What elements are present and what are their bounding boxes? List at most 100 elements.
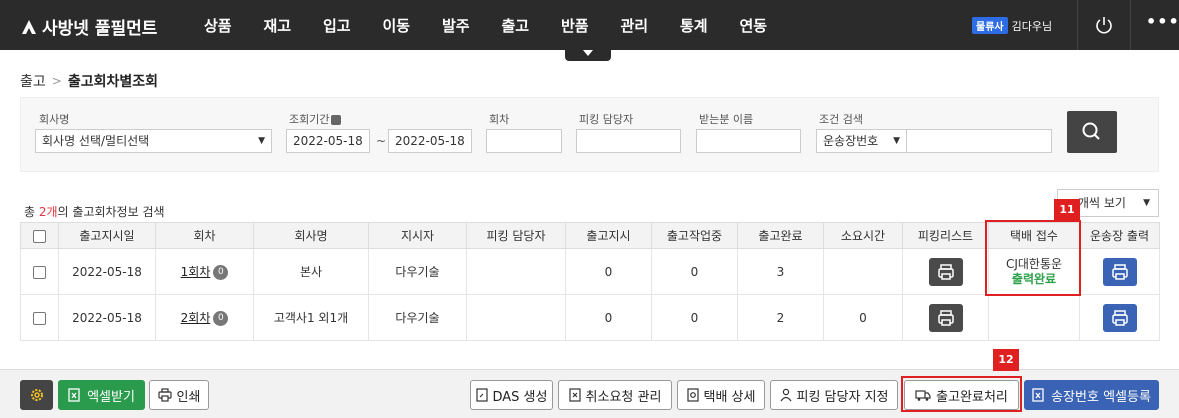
printer-icon — [937, 309, 954, 326]
col-header[interactable]: 운송장 출력 — [1079, 222, 1160, 249]
condition-label: 조건 검색 — [819, 113, 863, 126]
table-row[interactable]: 2022-05-18 2회차 0 고객사1 외1개 다우기술 0 0 2 0 — [20, 294, 1160, 341]
col-header[interactable]: 회사명 — [253, 222, 369, 249]
menu-toggle-tab[interactable] — [565, 49, 611, 61]
search-panel: 회사명 회사명 선택/멀티선택 ▼ 조회기간 2022-05-18 ~ 2022… — [20, 97, 1159, 172]
marker-12: 12 — [993, 349, 1019, 371]
nav-divider — [1130, 0, 1131, 50]
condition-select[interactable]: 운송장번호 ▼ — [816, 129, 907, 153]
cancel-request-button[interactable]: 취소요청 관리 — [558, 380, 672, 410]
cell-duration — [823, 248, 903, 295]
col-header[interactable]: 출고완료 — [737, 222, 824, 249]
col-header[interactable]: 출고지시 — [565, 222, 652, 249]
cell-ordered: 0 — [565, 294, 652, 341]
col-header[interactable]: 피킹리스트 — [902, 222, 989, 249]
courier-detail-button[interactable]: 택배 상세 — [677, 380, 765, 410]
logo-icon — [22, 19, 36, 34]
cell-company: 고객사1 외1개 — [253, 294, 369, 341]
menu-item-integration[interactable]: 연동 — [724, 0, 784, 50]
picker-label: 피킹 담당자 — [579, 113, 634, 126]
menu-item-product[interactable]: 상품 — [188, 0, 248, 50]
col-header[interactable]: 출고지시일 — [58, 222, 156, 249]
document-search-icon — [686, 388, 699, 402]
menu-item-stock[interactable]: 재고 — [248, 0, 308, 50]
menu-item-stats[interactable]: 통계 — [664, 0, 724, 50]
col-header[interactable]: 출고작업중 — [651, 222, 738, 249]
invoice-print-button[interactable] — [1102, 303, 1137, 332]
search-button[interactable] — [1067, 111, 1117, 153]
complete-highlight-box — [901, 376, 1022, 412]
select-all-checkbox[interactable] — [33, 229, 46, 243]
select-all-cell — [20, 222, 59, 249]
row-checkbox[interactable] — [33, 265, 46, 279]
cell-picking-list — [902, 294, 989, 341]
printer-icon — [1111, 263, 1128, 280]
user-name: 김다우님 — [1011, 19, 1053, 33]
menu-item-move[interactable]: 이동 — [367, 0, 427, 50]
col-header[interactable]: 소요시간 — [823, 222, 903, 249]
das-create-button[interactable]: DAS 생성 — [470, 380, 553, 410]
menu-item-manage[interactable]: 관리 — [605, 0, 665, 50]
user-icon — [780, 388, 791, 402]
result-count: 2개 — [38, 205, 58, 219]
cell-working: 0 — [651, 248, 738, 295]
menu-item-return[interactable]: 반품 — [545, 0, 605, 50]
print-button[interactable]: 인쇄 — [149, 380, 209, 410]
assign-picker-button[interactable]: 피킹 담당자 지정 — [770, 380, 898, 410]
round-link[interactable]: 1회차 — [181, 265, 211, 279]
chevron-right-icon: > — [51, 74, 62, 88]
cell-instructor: 다우기술 — [368, 294, 467, 341]
printer-icon — [1111, 309, 1128, 326]
invoice-excel-upload-button[interactable]: 송장번호 엑셀등록 — [1024, 380, 1159, 410]
logo[interactable]: 사방넷 풀필먼트 — [20, 14, 157, 39]
nav-divider — [1077, 0, 1078, 50]
settings-button[interactable] — [20, 380, 53, 410]
date-from-field[interactable]: 2022-05-18 — [286, 129, 370, 153]
round-label: 회차 — [489, 113, 510, 126]
power-icon[interactable] — [1094, 15, 1114, 35]
breadcrumb-parent[interactable]: 출고 — [20, 71, 46, 91]
breadcrumb: 출고 > 출고회차별조회 — [20, 71, 158, 91]
document-icon — [475, 388, 488, 402]
cell-working: 0 — [651, 294, 738, 341]
round-link[interactable]: 2회차 — [181, 311, 211, 325]
printer-icon — [937, 263, 954, 280]
chevron-down-icon — [583, 50, 593, 56]
menu-item-outbound[interactable]: 출고 — [486, 0, 546, 50]
cell-done: 3 — [737, 248, 824, 295]
row-select-cell — [20, 248, 59, 295]
excel-download-button[interactable]: 엑셀받기 — [58, 380, 145, 410]
user-info[interactable]: 물류사 김다우님 — [972, 17, 1052, 34]
condition-input[interactable] — [906, 129, 1052, 153]
period-label: 조회기간 — [289, 111, 342, 127]
round-count-badge: 0 — [213, 311, 229, 326]
cell-courier — [988, 294, 1080, 341]
cell-instructor: 다우기술 — [368, 248, 467, 295]
recipient-input[interactable] — [696, 129, 801, 153]
invoice-print-button[interactable] — [1102, 257, 1137, 286]
round-count-badge: 0 — [213, 265, 229, 280]
company-select[interactable]: 회사명 선택/멀티선택 ▼ — [35, 129, 272, 153]
cell-round: 2회차 0 — [155, 294, 254, 341]
menu-item-inbound[interactable]: 입고 — [307, 0, 367, 50]
cell-ordered: 0 — [565, 248, 652, 295]
menu-item-order[interactable]: 발주 — [426, 0, 486, 50]
result-summary: 총 2개의 출고회차정보 검색 — [24, 205, 165, 219]
col-header[interactable]: 회차 — [155, 222, 254, 249]
calendar-icon[interactable] — [331, 115, 342, 125]
recipient-label: 받는분 이름 — [699, 113, 754, 126]
picking-list-print-button[interactable] — [928, 303, 963, 332]
picking-list-print-button[interactable] — [928, 257, 963, 286]
more-icon[interactable]: ••• — [1146, 12, 1179, 31]
excel-icon — [68, 388, 80, 402]
cell-done: 2 — [737, 294, 824, 341]
round-input[interactable] — [486, 129, 562, 153]
row-checkbox[interactable] — [33, 311, 46, 325]
courier-highlight-box — [985, 220, 1081, 296]
picker-input[interactable] — [576, 129, 681, 153]
cell-duration: 0 — [823, 294, 903, 341]
date-to-field[interactable]: 2022-05-18 — [388, 129, 472, 153]
col-header[interactable]: 피킹 담당자 — [466, 222, 566, 249]
search-icon — [1082, 122, 1100, 140]
col-header[interactable]: 지시자 — [368, 222, 467, 249]
